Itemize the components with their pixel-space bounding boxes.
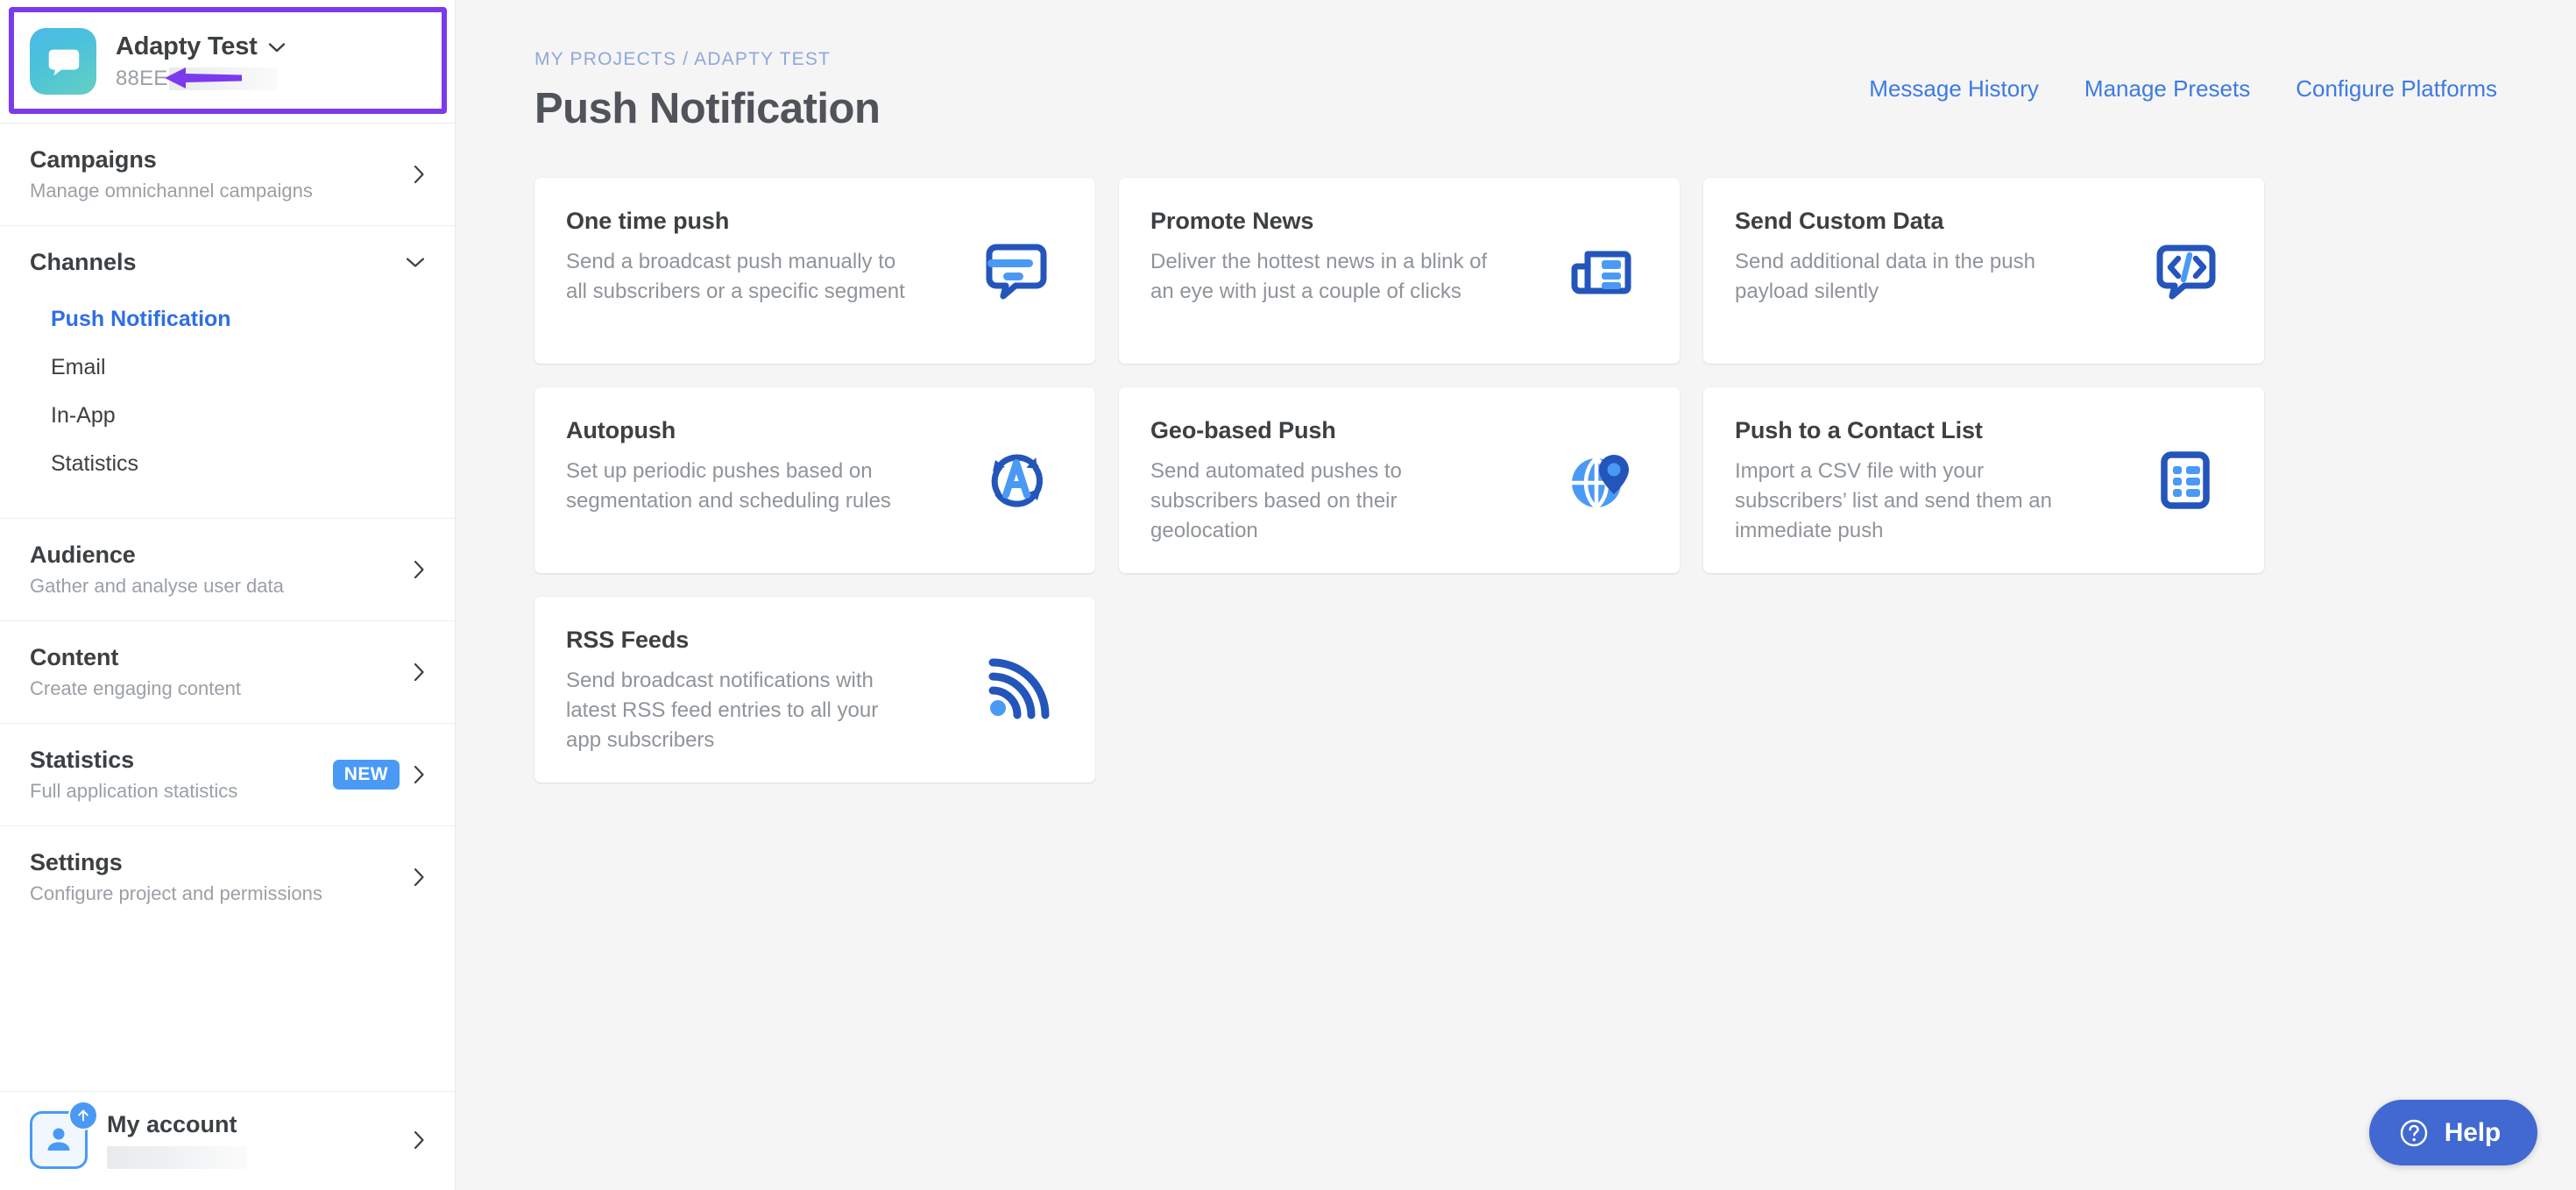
redacted-account-email [107,1146,247,1169]
help-label: Help [2444,1117,2501,1147]
card-texts: RSS Feeds Send broadcast notifications w… [566,627,916,755]
main-content: MY PROJECTS / ADAPTY TEST Push Notificat… [456,0,2576,1190]
auto-refresh-a-icon [973,436,1060,524]
push-type-cards-grid: One time push Send a broadcast push manu… [534,178,2497,783]
account-label: My account [107,1111,237,1137]
sidebar-group-channels: Channels Push Notification Email In-App … [0,225,455,518]
sidebar-item-channel-statistics[interactable]: Statistics [0,440,455,488]
page-header-left: MY PROJECTS / ADAPTY TEST Push Notificat… [534,49,881,133]
link-message-history[interactable]: Message History [1869,75,2039,103]
app-root: Adapty Test 88EE Campaigns Manage omnich… [0,0,2576,1190]
sidebar-item-audience[interactable]: Audience Gather and analyse user data [0,518,455,620]
sidebar-item-label: Statistics [30,747,135,773]
card-title: Push to a Contact List [1735,417,1983,443]
chevron-right-icon [414,1130,425,1150]
chevron-down-icon[interactable] [406,257,425,268]
card-texts: One time push Send a broadcast push manu… [566,208,916,307]
card-description: Set up periodic pushes based on segmenta… [566,459,891,514]
sidebar-item-subtitle: Create engaging content [30,677,241,699]
sidebar-group-label: Channels [30,249,137,275]
link-configure-platforms[interactable]: Configure Platforms [2296,75,2497,103]
sidebar-item-subtitle: Full application statistics [30,780,238,802]
account-texts: My account [107,1111,394,1169]
contact-list-icon [2141,436,2229,524]
card-title: Geo-based Push [1150,417,1336,443]
avatar [30,1101,98,1169]
chevron-right-icon [414,662,425,682]
card-title: One time push [566,208,730,234]
card-description: Send broadcast notifications with latest… [566,669,879,753]
project-id: 88EE [116,66,168,90]
page-header: MY PROJECTS / ADAPTY TEST Push Notificat… [534,49,2497,133]
status-badge: NEW [332,760,400,790]
card-texts: Send Custom Data Send additional data in… [1735,208,2085,307]
channel-list: Push Notification Email In-App Statistic… [0,295,455,488]
sidebar-item-my-account[interactable]: My account [0,1091,455,1190]
sidebar-item-label: Audience [30,542,136,568]
speech-bubble-icon [30,28,96,95]
code-bubble-icon [2141,227,2229,315]
card-texts: Push to a Contact List Import a CSV file… [1735,417,2085,546]
chevron-down-icon[interactable] [268,41,286,53]
purple-arrow-pointing-left-icon [163,63,244,93]
breadcrumb[interactable]: MY PROJECTS / ADAPTY TEST [534,49,880,70]
card-geo-based-push[interactable]: Geo-based Push Send automated pushes to … [1119,387,1680,573]
card-title: Autopush [566,417,676,443]
sidebar-item-push-notification[interactable]: Push Notification [0,295,455,344]
card-promote-news[interactable]: Promote News Deliver the hottest news in… [1119,178,1680,364]
chevron-right-icon [414,868,425,887]
sidebar-item-in-app[interactable]: In-App [0,392,455,440]
globe-pin-icon [1557,436,1645,524]
sidebar: Adapty Test 88EE Campaigns Manage omnich… [0,0,456,1190]
card-title: Promote News [1150,208,1314,234]
sidebar-item-content[interactable]: Content Create engaging content [0,620,455,723]
card-send-custom-data[interactable]: Send Custom Data Send additional data in… [1703,178,2264,364]
chevron-right-icon [414,765,425,784]
card-description: Import a CSV file with your subscribers’… [1735,459,2052,543]
sidebar-group-channels-header[interactable]: Channels [0,249,455,276]
chevron-right-icon [414,165,425,184]
card-push-to-contact-list[interactable]: Push to a Contact List Import a CSV file… [1703,387,2264,573]
push-message-icon [973,227,1060,315]
sidebar-item-subtitle: Manage omnichannel campaigns [30,180,313,202]
project-switcher[interactable]: Adapty Test 88EE [0,0,455,123]
card-description: Send automated pushes to subscribers bas… [1150,459,1402,543]
card-autopush[interactable]: Autopush Set up periodic pushes based on… [534,387,1095,573]
page-title: Push Notification [534,85,881,132]
sidebar-item-label: Settings [30,849,123,875]
card-description: Send a broadcast push manually to all su… [566,250,905,304]
card-texts: Autopush Set up periodic pushes based on… [566,417,916,516]
sidebar-item-subtitle: Configure project and permissions [30,882,322,904]
sidebar-item-statistics[interactable]: Statistics Full application statistics N… [0,723,455,825]
sidebar-item-label: Content [30,644,119,670]
question-circle-icon [2399,1118,2429,1148]
sidebar-item-settings[interactable]: Settings Configure project and permissio… [0,825,455,928]
link-manage-presets[interactable]: Manage Presets [2084,75,2250,103]
rss-icon [973,646,1060,733]
card-title: RSS Feeds [566,627,690,653]
sidebar-item-email[interactable]: Email [0,344,455,392]
project-name: Adapty Test [116,32,258,60]
sidebar-item-campaigns[interactable]: Campaigns Manage omnichannel campaigns [0,123,455,225]
card-texts: Promote News Deliver the hottest news in… [1150,208,1501,307]
card-one-time-push[interactable]: One time push Send a broadcast push manu… [534,178,1095,364]
newspaper-icon [1557,227,1645,315]
chevron-right-icon [414,560,425,579]
card-title: Send Custom Data [1735,208,1944,234]
sidebar-item-subtitle: Gather and analyse user data [30,575,284,597]
arrow-up-icon [68,1101,98,1130]
sidebar-item-label: Campaigns [30,146,157,173]
card-description: Send additional data in the push payload… [1735,250,2035,304]
card-texts: Geo-based Push Send automated pushes to … [1150,417,1501,546]
card-description: Deliver the hottest news in a blink of a… [1150,250,1488,304]
card-rss-feeds[interactable]: RSS Feeds Send broadcast notifications w… [534,597,1095,783]
header-links: Message History Manage Presets Configure… [1869,75,2497,103]
help-button[interactable]: Help [2368,1100,2537,1165]
